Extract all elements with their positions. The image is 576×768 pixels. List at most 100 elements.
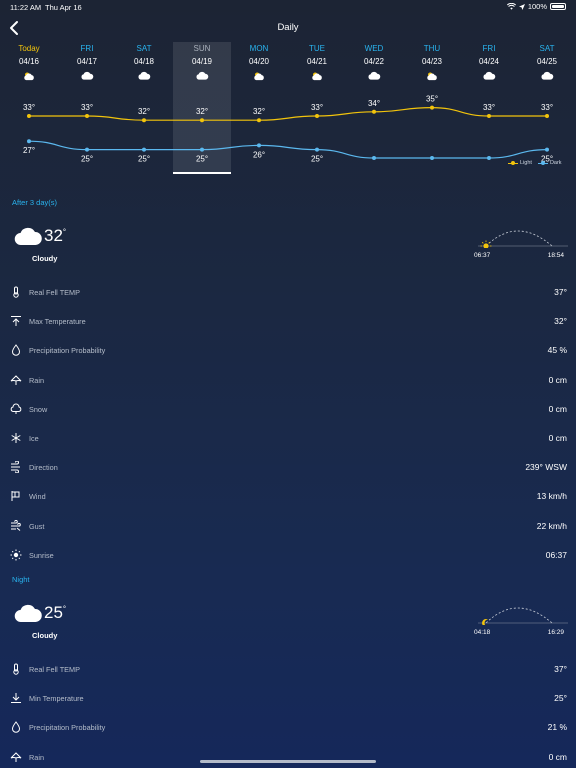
battery-icon [550,3,566,10]
sun-icon [480,240,492,248]
light-temp-label: 32° [253,107,265,116]
home-indicator[interactable] [200,760,376,763]
day-date: 04/16 [18,57,40,66]
detail-label: Rain [29,375,45,385]
sun-cloud-icon [24,72,34,81]
day-weekday: TUE [309,44,325,53]
day-column-04-20[interactable]: MON 04/20 [230,44,288,81]
light-temperature-line [29,106,547,121]
day-date: 04/17 [76,57,98,66]
sun-arc: 06:37 18:54 [474,224,570,264]
light-temp-point [257,118,261,123]
light-temp-point [372,109,376,114]
day-column-04-17[interactable]: FRI 04/17 [58,44,116,81]
dark-temp-point [257,143,261,148]
sun-cloud-icon [254,72,264,81]
sun-path-chart [478,230,568,248]
detail-label: Sunrise [29,550,54,560]
day-column-04-16[interactable]: Today 04/16 [0,44,58,81]
dark-temp-point [85,147,89,152]
detail-value: 0 cm [548,751,567,762]
detail-label: Gust [29,521,45,531]
day-weekday: MON [249,44,269,53]
cloud-icon [541,71,554,80]
temperature-chart: 33° 33° 32° 32° 32° 33° 34° 35° 33° 33° 27° 25° 25° 2… [23,95,553,164]
cloud-icon [14,227,42,246]
day-date: 04/24 [478,57,500,66]
detail-row-rain: Rain 0 cm [0,366,576,395]
ice-icon [11,433,21,443]
day-column-04-18[interactable]: SAT 04/18 [115,44,173,81]
detail-label: Snow [29,404,48,414]
day-date: 04/19 [191,57,213,66]
moon-path-chart [478,607,568,625]
dark-temp-point [430,156,434,160]
day-weekday: SAT [136,44,152,53]
moonset-time: 16:29 [547,629,564,636]
detail-row-precipitation-probability: Precipitation Probability 45 % [0,336,576,365]
light-temp-label: 33° [81,103,93,112]
day-date: 04/22 [363,57,385,66]
status-time: 11:22 AM [10,3,42,12]
day-temperature: 32° [44,226,67,245]
light-temp-label: 32° [196,107,208,116]
detail-row-rain: Rain 0 cm [0,743,576,768]
day-column-04-21[interactable]: TUE 04/21 [288,44,346,81]
detail-row-snow: Snow 0 cm [0,395,576,424]
day-column-04-24[interactable]: FRI 04/24 [460,44,518,81]
dark-temperature-line [28,140,548,159]
dark-temp-point [315,147,319,152]
detail-value: 32° [554,316,567,327]
day-column-04-19[interactable]: SUN 04/19 [173,44,231,81]
cloud-icon [368,71,381,80]
cloud-icon [14,604,42,623]
dark-temp-label: 25° [138,155,150,164]
detail-value: 37° [554,287,567,297]
detail-value: 25° [554,693,567,704]
day-date: 04/23 [421,57,443,66]
day-column-04-23[interactable]: THU 04/23 [403,44,461,81]
detail-row-min-temperature: Min Temperature 25° [0,684,576,713]
dark-temp-label: 26° [253,150,265,159]
drop-icon [11,344,21,357]
detail-label: Rain [29,752,45,762]
light-temp-label: 33° [23,103,35,112]
detail-label: Min Temperature [29,694,84,704]
max-temp-icon [11,316,21,327]
day-column-04-25[interactable]: SAT 04/25 [518,44,576,81]
min-temp-icon [11,693,21,704]
cloud-icon [81,71,94,80]
detail-row-real-fell-temp: Real Fell TEMP 37° [0,278,576,307]
day-column-04-22[interactable]: WED 04/22 [345,44,403,81]
detail-row-max-temperature: Max Temperature 32° [0,307,576,336]
moonrise-time: 04:18 [474,629,491,636]
sun-cloud-icon [312,72,322,81]
detail-label: Precipitation Probability [29,346,106,356]
light-temp-label: 35° [426,95,438,104]
day-weekday: FRI [482,44,496,53]
dark-temp-label: 25° [81,155,93,164]
detail-row-ice: Ice 0 cm [0,424,576,453]
light-temp-label: 34° [368,99,380,108]
dark-temp-point [545,147,549,152]
thermometer-icon [13,286,19,298]
light-temp-label: 33° [541,103,553,112]
day-date: 04/25 [536,57,558,66]
direction-icon [11,461,20,474]
cloud-icon [196,71,209,80]
legend-light: Light [508,160,532,166]
dark-temp-label: 25° [196,155,208,164]
detail-row-wind: Wind 13 km/h [0,482,576,511]
detail-value: 45 % [547,345,567,356]
day-weekday: FRI [80,44,94,53]
detail-label: Direction [29,463,58,473]
cloud-icon [483,71,496,80]
day-date: 04/21 [306,57,328,66]
wifi-icon [506,3,516,10]
dark-temp-label: 23° [426,163,438,164]
sunrise-time: 06:37 [474,252,491,259]
drop-icon [11,721,21,734]
detail-label: Max Temperature [29,317,86,327]
sunset-time: 18:54 [547,252,564,259]
light-temp-point [315,114,319,118]
